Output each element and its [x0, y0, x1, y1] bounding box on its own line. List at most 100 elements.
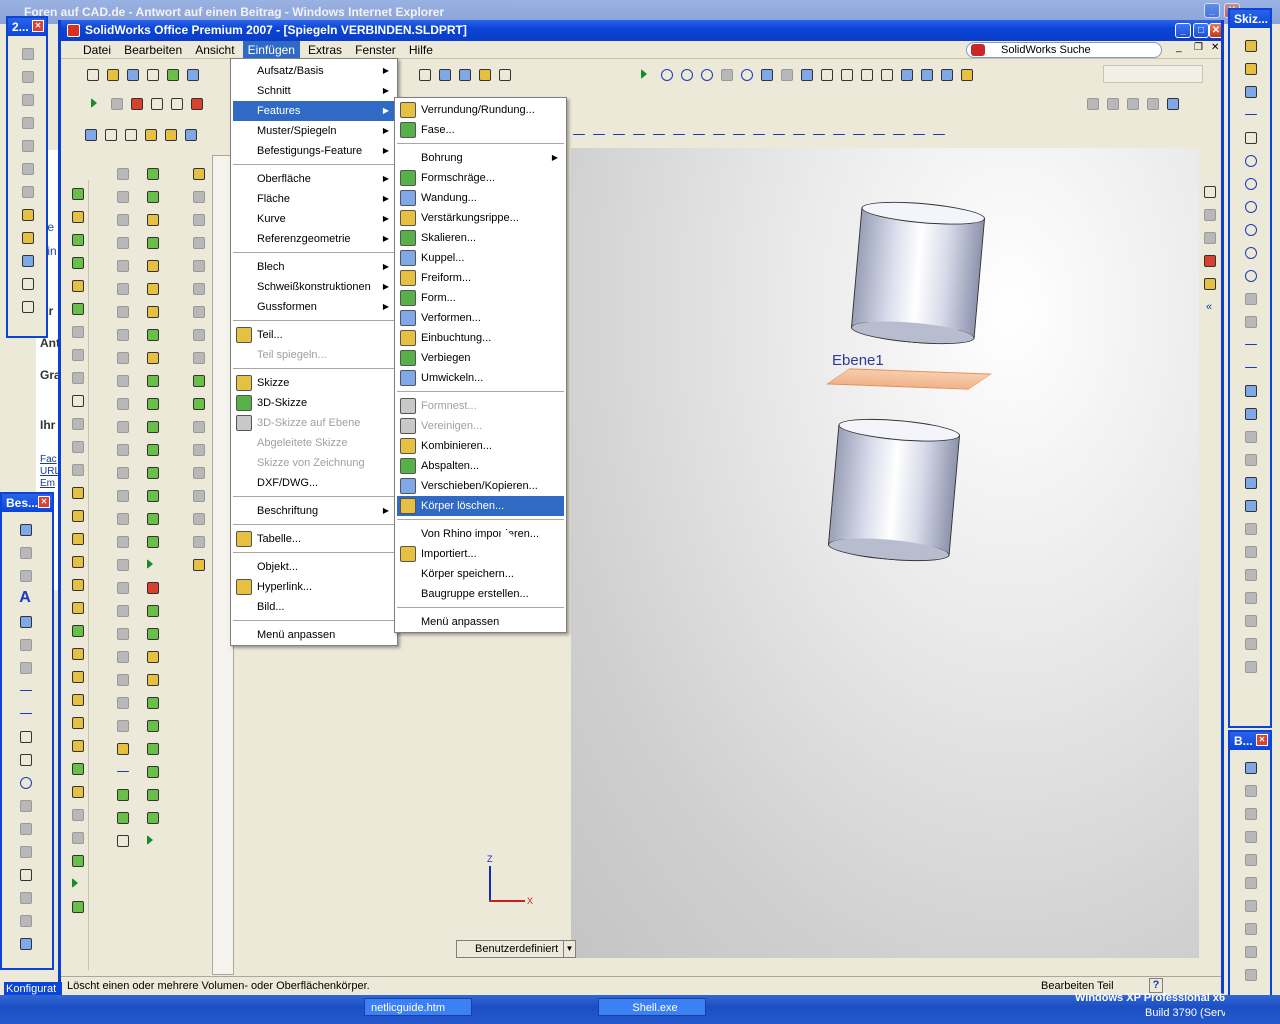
datum-feature-icon[interactable]: [16, 750, 34, 768]
mold-tool-icon[interactable]: [143, 693, 161, 711]
offset-icon[interactable]: [68, 552, 86, 570]
sketch-tool-icon[interactable]: [849, 125, 867, 143]
datum-target-icon[interactable]: [16, 773, 34, 791]
weld-bead-icon[interactable]: [113, 601, 131, 619]
miter-flange-icon[interactable]: [113, 233, 131, 251]
layer2-icon[interactable]: [1103, 94, 1121, 112]
mold-tool-icon[interactable]: [143, 739, 161, 757]
expand-left-icon[interactable]: «: [1206, 301, 1212, 313]
base-flange-icon[interactable]: [113, 187, 131, 205]
sheetmetal-icon[interactable]: [113, 164, 131, 182]
menu-item-befestigungs-feature[interactable]: Befestigungs-Feature ▶: [233, 141, 395, 161]
wireframe-icon[interactable]: [817, 65, 835, 83]
options-icon[interactable]: [163, 65, 181, 83]
mold-tool-icon[interactable]: [143, 670, 161, 688]
surface2-icon[interactable]: [68, 506, 86, 524]
menu-item-schweißkonstruktionen[interactable]: Schweißkonstruktionen ▶: [233, 277, 395, 297]
shell-icon[interactable]: [68, 299, 86, 317]
sketch-tool-icon[interactable]: [609, 125, 627, 143]
stop-icon[interactable]: [107, 94, 125, 112]
menu-item-freiform[interactable]: Freiform...: [397, 268, 564, 288]
sketch-tool-icon[interactable]: [189, 302, 207, 320]
sketch-tool-icon[interactable]: [729, 125, 747, 143]
macro-close-icon[interactable]: [187, 94, 205, 112]
jog-icon[interactable]: [113, 279, 131, 297]
browser-link[interactable]: Fac: [40, 454, 57, 465]
center-mark-icon[interactable]: [16, 888, 34, 906]
pattern-icon[interactable]: [1241, 427, 1259, 445]
sketch-tool-icon[interactable]: [1241, 519, 1259, 537]
rectangle-icon[interactable]: [1241, 128, 1259, 146]
menu-bearbeiten[interactable]: Bearbeiten: [119, 41, 187, 59]
menu-item-aufsatz-basis[interactable]: Aufsatz/Basis ▶: [233, 61, 395, 81]
polygon-icon[interactable]: [1241, 151, 1259, 169]
mold-tool-icon[interactable]: [143, 325, 161, 343]
insert-bends-icon[interactable]: [113, 486, 131, 504]
pattern-icon[interactable]: [68, 345, 86, 363]
library-icon[interactable]: [1200, 205, 1218, 223]
mold-tool-icon[interactable]: [143, 187, 161, 205]
edge-flange-icon[interactable]: [113, 210, 131, 228]
mold-tool-icon[interactable]: [143, 210, 161, 228]
dim-tool-icon[interactable]: [1241, 942, 1259, 960]
sketch-tool-icon[interactable]: [689, 125, 707, 143]
explorer-icon[interactable]: [1200, 228, 1218, 246]
sketch-tool-icon[interactable]: [769, 125, 787, 143]
close-icon[interactable]: ✕: [1256, 734, 1268, 746]
view-tool-icon[interactable]: [18, 274, 36, 292]
configuration-tab[interactable]: Konfigurat: [4, 982, 62, 996]
sketch-tool-icon[interactable]: [709, 125, 727, 143]
gusset-icon[interactable]: [113, 555, 131, 573]
search-input[interactable]: SolidWorks Suche: [966, 42, 1162, 58]
view-tool-icon[interactable]: [18, 90, 36, 108]
doc-restore-button[interactable]: ❐: [1194, 42, 1203, 53]
fold-icon[interactable]: [113, 394, 131, 412]
weld-icon[interactable]: [113, 509, 131, 527]
doc-minimize-button[interactable]: _: [1176, 42, 1182, 53]
sketch-tool-icon[interactable]: [1241, 634, 1259, 652]
sketch-tool-icon[interactable]: [189, 555, 207, 573]
shaded-icon[interactable]: [897, 65, 915, 83]
mold-tool-icon[interactable]: [143, 716, 161, 734]
taskbar-item[interactable]: netlicguide.htm: [364, 998, 472, 1016]
balloon-icon[interactable]: [16, 635, 34, 653]
menu-item-bohrung[interactable]: Bohrung ▶: [397, 148, 564, 168]
area-hatch-icon[interactable]: [16, 842, 34, 860]
layer3-icon[interactable]: [1123, 94, 1141, 112]
dim-tool-icon[interactable]: [1241, 896, 1259, 914]
table-icon[interactable]: [68, 391, 86, 409]
view-orientation-dropdown[interactable]: Benutzerdefiniert ▼: [456, 940, 576, 958]
ref-icon[interactable]: [68, 414, 86, 432]
mold-tool-icon[interactable]: [143, 509, 161, 527]
untrim-icon[interactable]: [68, 736, 86, 754]
open-icon[interactable]: [103, 65, 121, 83]
dimension-icon[interactable]: [1241, 82, 1259, 100]
palette-icon[interactable]: [1200, 251, 1218, 269]
menu-item-abspalten[interactable]: Abspalten...: [397, 456, 564, 476]
chevron-down-icon[interactable]: ▼: [563, 941, 575, 957]
surface-finish-icon[interactable]: [16, 681, 34, 699]
dim-tool-icon[interactable]: [1241, 873, 1259, 891]
spell-check-icon[interactable]: [81, 125, 99, 143]
library-icon[interactable]: [113, 831, 131, 849]
close-icon[interactable]: ✕: [38, 496, 50, 508]
table-icon[interactable]: [16, 934, 34, 952]
view-tool-icon[interactable]: [18, 228, 36, 246]
mold-tool-icon[interactable]: [143, 440, 161, 458]
menu-item-oberfläche[interactable]: Oberfläche ▶: [233, 169, 395, 189]
mold-tool-icon[interactable]: [143, 785, 161, 803]
unfold-icon[interactable]: [113, 371, 131, 389]
curve-icon[interactable]: [68, 437, 86, 455]
text-icon[interactable]: [1241, 404, 1259, 422]
centerline-icon[interactable]: [16, 911, 34, 929]
view-tool-icon[interactable]: [18, 205, 36, 223]
note-icon[interactable]: A: [19, 589, 31, 607]
menu-item-verformen[interactable]: Verformen...: [397, 308, 564, 328]
menu-item-von-rhino-importieren[interactable]: Von Rhino importieren...: [397, 524, 564, 544]
more-icon[interactable]: [68, 874, 86, 892]
mirror-icon[interactable]: [68, 368, 86, 386]
sketch-tool-icon[interactable]: [1241, 565, 1259, 583]
smart-dimension-icon[interactable]: [16, 520, 34, 538]
mold-tool-icon[interactable]: [143, 762, 161, 780]
dim-tool-icon[interactable]: [1241, 965, 1259, 983]
